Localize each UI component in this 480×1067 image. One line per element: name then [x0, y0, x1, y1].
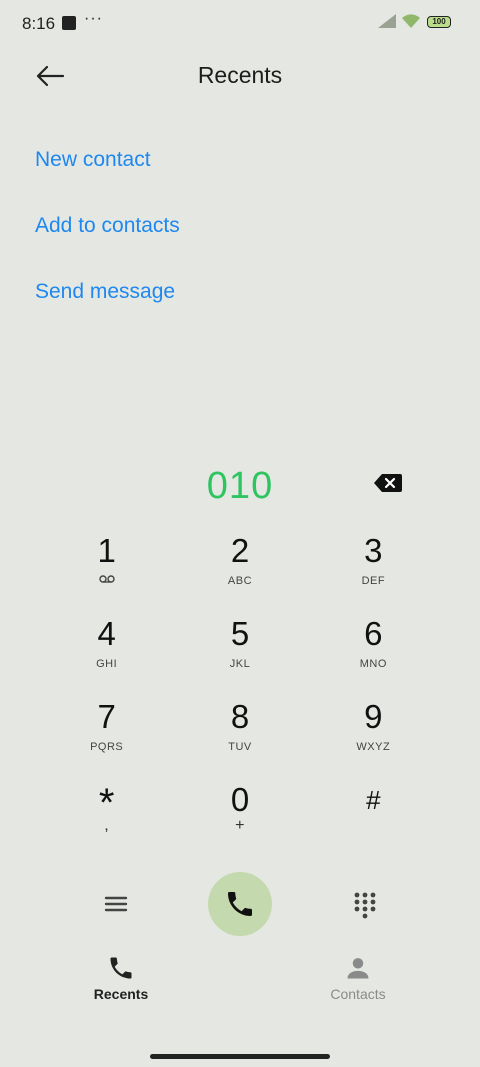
- voicemail-icon: [98, 574, 115, 588]
- tab-bar: Recents Contacts: [0, 954, 480, 1014]
- new-contact-link[interactable]: New contact: [35, 140, 180, 206]
- dialpad-icon: [354, 892, 376, 919]
- keypad-row: 4 GHI 5 JKL 6 MNO: [40, 615, 440, 698]
- dialed-number: 010: [206, 465, 274, 507]
- key-letters: MNO: [359, 658, 387, 670]
- key-letters: WXYZ: [356, 741, 391, 753]
- key-2[interactable]: 2 ABC: [173, 532, 306, 615]
- key-letters: ABC: [227, 575, 253, 587]
- keypad-row: 7 PQRS 8 TUV 9 WXYZ: [40, 698, 440, 781]
- status-time: 8:16: [22, 14, 56, 33]
- dial-display: 010: [0, 460, 480, 512]
- home-indicator[interactable]: [150, 1054, 330, 1059]
- key-hash[interactable]: #: [307, 781, 440, 864]
- menu-icon: [104, 896, 128, 912]
- key-digit: #: [366, 785, 381, 815]
- phone-icon: [228, 892, 252, 916]
- key-digit: 2: [230, 532, 250, 569]
- send-message-link[interactable]: Send message: [35, 272, 180, 338]
- action-list: New contact Add to contacts Send message: [35, 140, 180, 338]
- key-digit: 6: [364, 615, 383, 652]
- header: Recents: [0, 52, 480, 102]
- dialer-controls: [0, 872, 480, 936]
- key-digit: 4: [97, 615, 116, 652]
- key-0[interactable]: 0 +: [173, 781, 306, 864]
- key-star[interactable]: * ,: [40, 781, 173, 864]
- page-title: Recents: [197, 62, 283, 88]
- signal-icon: [378, 14, 396, 28]
- add-to-contacts-link[interactable]: Add to contacts: [35, 206, 180, 272]
- key-7[interactable]: 7 PQRS: [40, 698, 173, 781]
- key-5[interactable]: 5 JKL: [173, 615, 306, 698]
- key-digit: 8: [230, 698, 250, 735]
- key-9[interactable]: 9 WXYZ: [307, 698, 440, 781]
- more-notifications-icon: ···: [84, 10, 103, 27]
- key-digit: 3: [364, 532, 383, 569]
- key-letters: GHI: [96, 658, 118, 670]
- keypad: 1 2 ABC 3 DEF 4 GHI 5 JKL 6 MNO 7 PQRS 8…: [40, 532, 440, 864]
- key-letters: +: [235, 817, 245, 834]
- menu-button[interactable]: [100, 888, 132, 920]
- notification-icon: [62, 16, 76, 30]
- key-3[interactable]: 3 DEF: [307, 532, 440, 615]
- wifi-icon: [402, 14, 420, 28]
- tab-recents[interactable]: Recents: [61, 954, 181, 1014]
- key-letters: ,: [104, 817, 110, 834]
- call-button[interactable]: [208, 872, 272, 936]
- dialpad-toggle-button[interactable]: [350, 888, 380, 920]
- tab-contacts[interactable]: Contacts: [298, 954, 418, 1014]
- key-letters: TUV: [228, 741, 252, 753]
- keypad-row: * , 0 + #: [40, 781, 440, 864]
- key-digit: 9: [364, 698, 383, 735]
- status-bar: 8:16 ··· 100: [0, 0, 480, 46]
- key-digit: 1: [97, 532, 116, 569]
- phone-icon: [110, 957, 132, 979]
- person-icon: [347, 958, 369, 979]
- key-letters: PQRS: [90, 741, 124, 753]
- key-digit: 0: [230, 781, 250, 818]
- key-4[interactable]: 4 GHI: [40, 615, 173, 698]
- key-letters: DEF: [361, 575, 386, 587]
- key-digit: *: [98, 781, 115, 825]
- key-letters: JKL: [229, 658, 251, 670]
- key-digit: 7: [97, 698, 116, 735]
- key-8[interactable]: 8 TUV: [173, 698, 306, 781]
- backspace-button[interactable]: [373, 472, 405, 498]
- key-digit: 5: [230, 615, 250, 652]
- tab-label: Recents: [93, 986, 149, 1002]
- keypad-row: 1 2 ABC 3 DEF: [40, 532, 440, 615]
- battery-icon: 100: [427, 16, 451, 28]
- backspace-icon: [374, 474, 402, 492]
- key-6[interactable]: 6 MNO: [307, 615, 440, 698]
- key-1[interactable]: 1: [40, 532, 173, 615]
- tab-label: Contacts: [330, 986, 386, 1002]
